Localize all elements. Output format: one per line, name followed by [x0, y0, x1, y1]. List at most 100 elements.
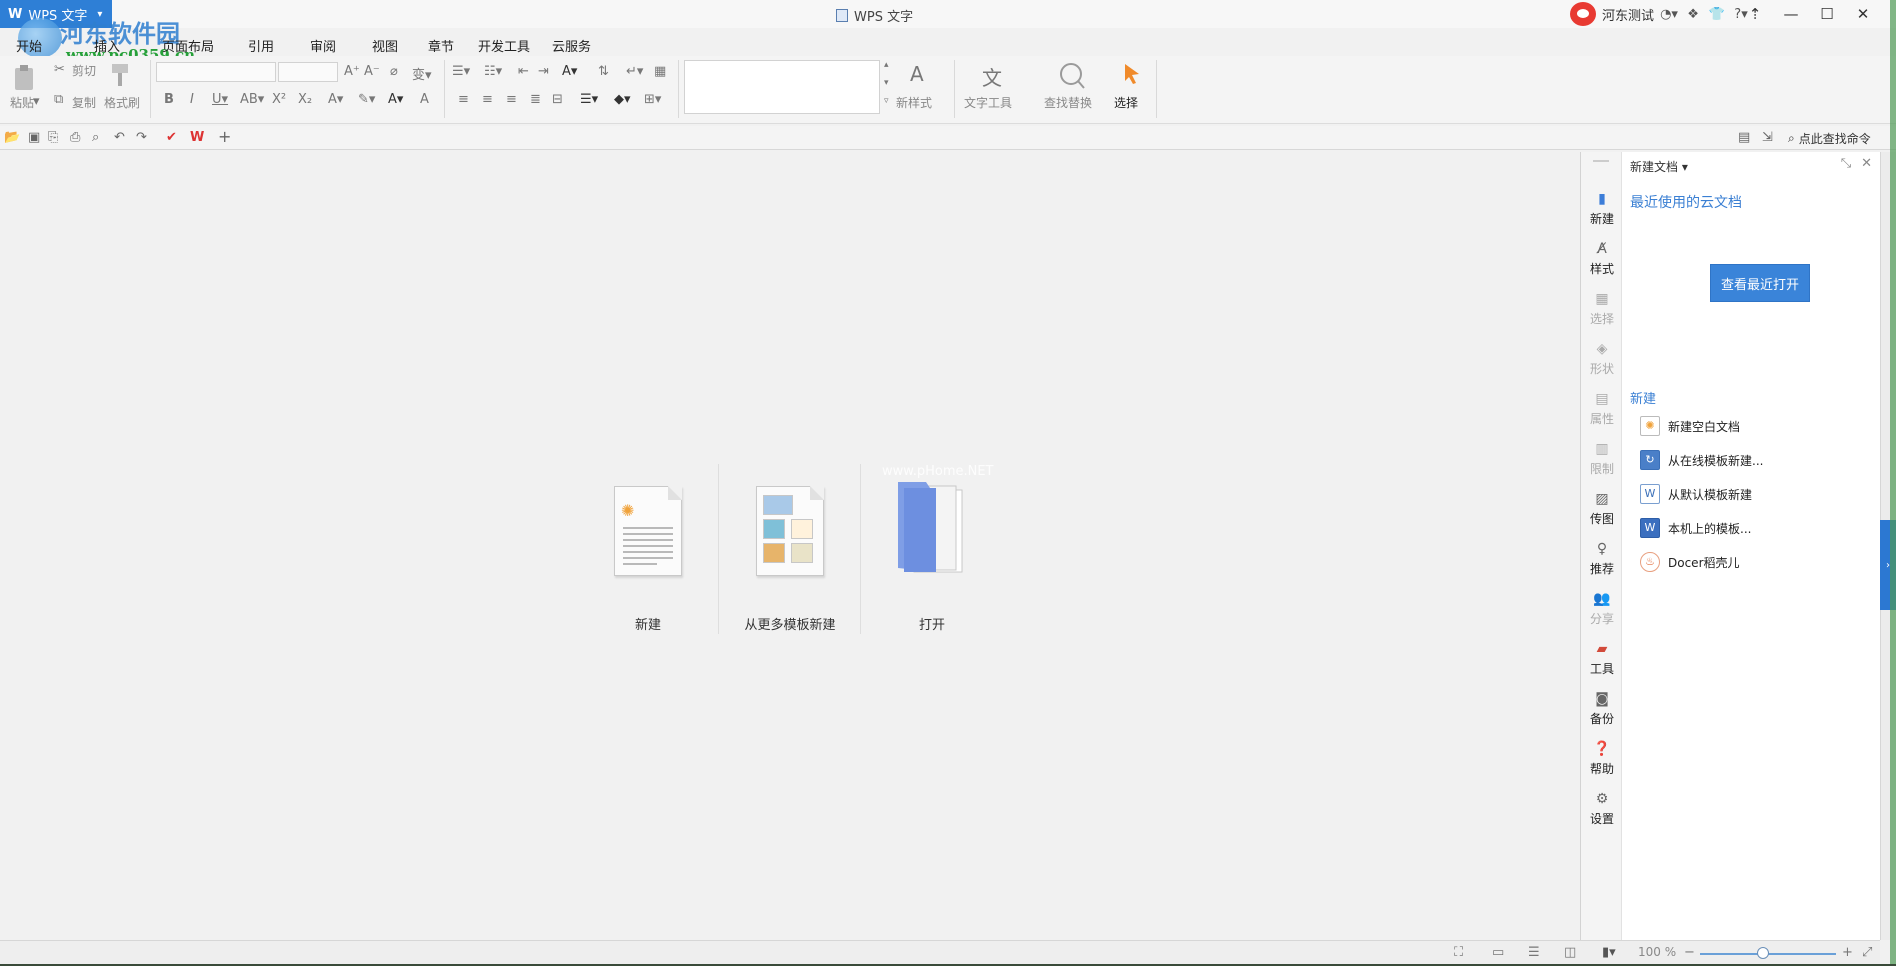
start-new[interactable]: ✺ 新建: [588, 486, 708, 636]
decrease-indent-icon[interactable]: ⇤: [518, 64, 529, 79]
font-shrink-icon[interactable]: A⁻: [364, 64, 380, 79]
zoom-level[interactable]: 100 %: [1638, 945, 1676, 959]
add-icon[interactable]: +: [218, 127, 231, 146]
clear-format-icon[interactable]: ⌀: [390, 64, 398, 79]
sidebar-item-style[interactable]: A̸ 样式: [1581, 240, 1623, 277]
gallery-expand-icon[interactable]: ▿: [884, 96, 889, 106]
distributed-icon[interactable]: ⊟: [552, 92, 563, 107]
avatar[interactable]: [1570, 2, 1596, 26]
page-view-icon[interactable]: ▭: [1492, 945, 1504, 960]
view-recent-button[interactable]: 查看最近打开: [1710, 264, 1810, 302]
user-dropdown-icon[interactable]: ◔▾: [1660, 7, 1678, 22]
local-templates[interactable]: W 本机上的模板...: [1640, 518, 1751, 538]
chinese-layout-icon[interactable]: A▾: [562, 64, 577, 79]
underline-icon[interactable]: U▾: [212, 92, 228, 107]
tab-cloud[interactable]: 云服务: [552, 34, 612, 56]
web-view-icon[interactable]: ◫: [1564, 945, 1576, 960]
maximize-icon[interactable]: ☐: [1814, 2, 1840, 26]
show-marks-icon[interactable]: ↵▾: [626, 64, 643, 79]
zoom-in-icon[interactable]: +: [1842, 945, 1853, 960]
bold-icon[interactable]: B: [164, 92, 174, 107]
select-button[interactable]: 选择: [1114, 94, 1138, 111]
sidebar-item-new[interactable]: ▮ 新建: [1581, 190, 1623, 227]
minimize-icon[interactable]: —: [1778, 2, 1804, 26]
outline-view-icon[interactable]: ☰: [1528, 945, 1540, 960]
sidebar-item-recommend[interactable]: ♀ 推荐: [1581, 540, 1623, 577]
subscript-icon[interactable]: X₂: [298, 92, 312, 107]
superscript-icon[interactable]: X²: [272, 92, 286, 107]
zoom-out-icon[interactable]: −: [1684, 945, 1695, 960]
task-pane-header[interactable]: 新建文档 ▾: [1630, 158, 1688, 175]
new-from-default-template[interactable]: W 从默认模板新建: [1640, 484, 1752, 504]
sidebar-item-image-upload[interactable]: ▨ 传图: [1581, 490, 1623, 527]
font-size-combo[interactable]: [278, 62, 338, 82]
strikethrough-icon[interactable]: AB▾: [240, 92, 264, 107]
new-blank-document[interactable]: ✺ 新建空白文档: [1640, 416, 1740, 436]
start-from-template[interactable]: 从更多模板新建: [730, 486, 850, 636]
sort-icon[interactable]: ⇅: [598, 64, 609, 79]
print-icon[interactable]: ⎙: [70, 130, 80, 145]
sidebar-grip[interactable]: [1593, 160, 1609, 162]
sidebar-item-properties[interactable]: ▤ 属性: [1581, 390, 1623, 427]
char-shading-icon[interactable]: A: [420, 92, 429, 107]
copy-button[interactable]: 复制: [72, 94, 96, 111]
find-replace-button[interactable]: 查找替换: [1044, 94, 1092, 111]
close-icon[interactable]: ✕: [1850, 2, 1876, 26]
command-search[interactable]: ⌕ 点此查找命令: [1788, 130, 1871, 147]
text-effect-icon[interactable]: A▾: [328, 92, 343, 107]
tab-sections[interactable]: 章节: [428, 34, 478, 56]
gallery-scroll-down-icon[interactable]: ▾: [884, 78, 889, 88]
export-icon[interactable]: ⇲: [1762, 130, 1773, 145]
user-name[interactable]: 河东测试: [1602, 5, 1654, 24]
gallery-scroll-up-icon[interactable]: ▴: [884, 60, 889, 70]
feedback-icon[interactable]: ❖: [1684, 7, 1702, 22]
select-cursor-icon[interactable]: [1122, 62, 1142, 86]
save-as-icon[interactable]: ⎘: [48, 130, 58, 145]
reading-mode-icon[interactable]: ▮▾: [1602, 945, 1616, 960]
tab-developer[interactable]: 开发工具: [478, 34, 552, 56]
tab-review[interactable]: 审阅: [310, 34, 372, 56]
start-open[interactable]: 打开: [872, 482, 992, 636]
style-gallery[interactable]: [684, 60, 880, 114]
tab-home[interactable]: 开始: [16, 34, 94, 56]
sidebar-item-share[interactable]: 👥 分享: [1581, 590, 1623, 627]
format-painter-icon[interactable]: [108, 62, 132, 88]
sidebar-item-select[interactable]: ▦ 选择: [1581, 290, 1623, 327]
numbered-list-icon[interactable]: ☷▾: [484, 64, 502, 79]
docer-item[interactable]: ♨ Docer稻壳儿: [1640, 552, 1740, 572]
open-folder-icon[interactable]: 📂: [4, 130, 20, 145]
sidebar-item-backup[interactable]: ◙ 备份: [1581, 690, 1623, 727]
italic-icon[interactable]: I: [190, 92, 194, 107]
fullscreen-icon[interactable]: ⛶: [1454, 945, 1463, 960]
table-grid-icon[interactable]: ▦: [654, 64, 666, 79]
text-tools-icon[interactable]: 文: [982, 62, 1002, 91]
font-color-icon[interactable]: A▾: [388, 92, 403, 107]
align-center-icon[interactable]: ≡: [482, 92, 493, 107]
align-right-icon[interactable]: ≡: [506, 92, 517, 107]
sidebar-item-restrict[interactable]: ▥ 限制: [1581, 440, 1623, 477]
tab-view[interactable]: 视图: [372, 34, 428, 56]
redo-icon[interactable]: ↷: [136, 130, 147, 145]
sidebar-item-settings[interactable]: ⚙ 设置: [1581, 790, 1623, 827]
line-spacing-icon[interactable]: ☰▾: [580, 92, 598, 107]
pin-icon[interactable]: ⤡: [1841, 156, 1851, 171]
print-preview-icon[interactable]: ⌕: [92, 130, 99, 145]
tab-insert[interactable]: 插入: [94, 34, 162, 56]
justify-icon[interactable]: ≣: [530, 92, 541, 107]
mark-icon[interactable]: ✔: [166, 130, 177, 145]
align-left-icon[interactable]: ≡: [458, 92, 469, 107]
save-icon[interactable]: ▣: [28, 130, 40, 145]
new-from-online-template[interactable]: ↻ 从在线模板新建...: [1640, 450, 1763, 470]
new-style-icon[interactable]: A: [910, 62, 924, 86]
bullet-list-icon[interactable]: ☰▾: [452, 64, 470, 79]
font-name-combo[interactable]: [156, 62, 276, 82]
tab-page-layout[interactable]: 页面布局: [162, 34, 248, 56]
fit-window-icon[interactable]: ⤢: [1862, 945, 1872, 960]
collapse-ribbon-icon[interactable]: ⇡: [1742, 2, 1768, 26]
find-replace-icon[interactable]: [1058, 62, 1086, 90]
zoom-slider-thumb[interactable]: [1756, 947, 1769, 959]
wps-icon[interactable]: W: [190, 130, 204, 145]
sidebar-item-tools[interactable]: ▰ 工具: [1581, 640, 1623, 677]
undo-icon[interactable]: ↶: [114, 130, 125, 145]
increase-indent-icon[interactable]: ⇥: [538, 64, 549, 79]
